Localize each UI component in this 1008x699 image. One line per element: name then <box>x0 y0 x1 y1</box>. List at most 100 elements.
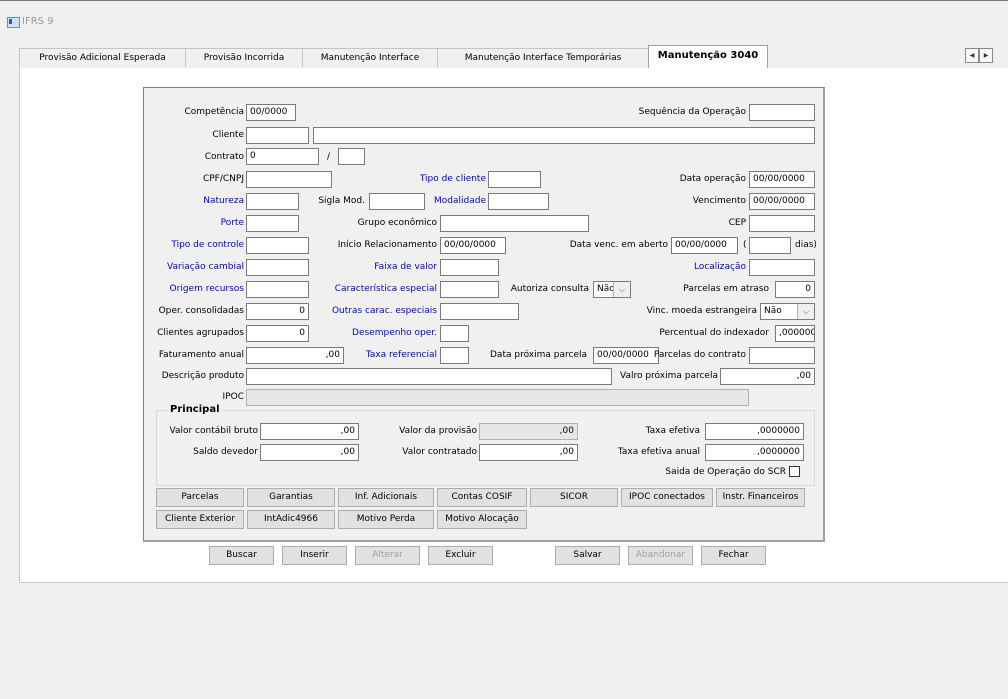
oper-consolidadas-field[interactable]: 0 <box>246 303 309 320</box>
alterar-button[interactable]: Alterar <box>355 546 420 565</box>
desempenho-oper-link[interactable]: Desempenho oper. <box>352 327 437 339</box>
cliente-name-field[interactable] <box>313 127 815 144</box>
taxa-efetiva-label: Taxa efetiva <box>645 426 700 436</box>
saldo-devedor-label: Saldo devedor <box>193 447 258 457</box>
excluir-button[interactable]: Excluir <box>428 546 493 565</box>
tab-manutencao-interface[interactable]: Manutenção Interface <box>302 48 438 67</box>
valor-provisao-field: ,00 <box>479 423 578 440</box>
tab-provisao-adicional-esperada[interactable]: Provisão Adicional Esperada <box>19 48 186 67</box>
autoriza-consulta-select[interactable]: Não ⌵ <box>593 281 631 298</box>
ipoc-field <box>246 389 749 406</box>
descricao-produto-field[interactable] <box>246 368 612 385</box>
modalidade-field[interactable] <box>488 193 549 210</box>
origem-recursos-link[interactable]: Origem recursos <box>170 283 244 295</box>
parcelas-button[interactable]: Parcelas <box>156 488 244 507</box>
descricao-produto-label: Descrição produto <box>161 371 244 381</box>
inicio-relacionamento-field[interactable]: 00/00/0000 <box>440 237 506 254</box>
data-proxima-parcela-label: Data próxima parcela <box>490 350 587 360</box>
intadic4966-button[interactable]: IntAdic4966 <box>247 510 335 529</box>
fechar-button[interactable]: Fechar <box>701 546 766 565</box>
saida-operacao-checkbox[interactable] <box>789 466 800 477</box>
natureza-field[interactable] <box>246 193 299 210</box>
contrato-separator: / <box>327 152 331 162</box>
motivo-perda-button[interactable]: Motivo Perda <box>338 510 434 529</box>
contrato-label: Contrato <box>204 152 244 162</box>
valor-proxima-parcela-label: Valro próxima parcela <box>620 371 718 381</box>
cliente-label: Cliente <box>212 130 244 140</box>
contrato-suffix-field[interactable] <box>338 148 365 165</box>
chevron-down-icon[interactable]: ⌵ <box>797 304 814 319</box>
valor-proxima-parcela-field[interactable]: ,00 <box>720 368 815 385</box>
sequencia-operacao-field[interactable] <box>749 104 815 121</box>
percentual-indexador-field[interactable]: ,0000000 <box>775 325 815 342</box>
taxa-efetiva-anual-field[interactable]: ,0000000 <box>705 444 804 461</box>
clientes-agrupados-field[interactable]: 0 <box>246 325 309 342</box>
tab-manutencao-3040[interactable]: Manutenção 3040 <box>648 45 768 68</box>
valor-contratado-label: Valor contratado <box>402 447 477 457</box>
window-title: IFRS 9 <box>22 16 54 27</box>
cliente-code-field[interactable] <box>246 127 309 144</box>
grupo-economico-field[interactable] <box>440 215 589 232</box>
porte-field[interactable] <box>246 215 299 232</box>
faixa-valor-field[interactable] <box>440 259 499 276</box>
tab-scroll-right-icon[interactable]: ▶ <box>979 48 993 63</box>
instr-financeiros-button[interactable]: Instr. Financeiros <box>716 488 805 507</box>
valor-contabil-bruto-field[interactable]: ,00 <box>260 423 359 440</box>
contrato-field[interactable]: 0 <box>246 148 319 165</box>
dias-field[interactable] <box>749 237 791 254</box>
data-proxima-parcela-field[interactable]: 00/00/0000 <box>593 347 659 364</box>
tab-manutencao-interface-temporarias[interactable]: Manutenção Interface Temporárias <box>437 48 649 67</box>
tipo-controle-field[interactable] <box>246 237 309 254</box>
taxa-referencial-link[interactable]: Taxa referencial <box>366 349 437 361</box>
vencimento-field[interactable]: 00/00/0000 <box>749 193 815 210</box>
variacao-cambial-link[interactable]: Variação cambial <box>167 261 244 273</box>
cliente-exterior-button[interactable]: Cliente Exterior <box>156 510 244 529</box>
inserir-button[interactable]: Inserir <box>282 546 347 565</box>
salvar-button[interactable]: Salvar <box>555 546 620 565</box>
cpf-cnpj-field[interactable] <box>246 171 332 188</box>
origem-recursos-field[interactable] <box>246 281 309 298</box>
chevron-down-icon[interactable]: ⌵ <box>613 282 630 297</box>
porte-link[interactable]: Porte <box>221 217 244 229</box>
tab-provisao-incorrida[interactable]: Provisão Incorrida <box>185 48 303 67</box>
variacao-cambial-field[interactable] <box>246 259 309 276</box>
outras-carac-field[interactable] <box>440 303 519 320</box>
caracteristica-especial-field[interactable] <box>440 281 499 298</box>
valor-contratado-field[interactable]: ,00 <box>479 444 578 461</box>
tipo-cliente-field[interactable] <box>488 171 541 188</box>
localizacao-field[interactable] <box>749 259 815 276</box>
cep-field[interactable] <box>749 215 815 232</box>
saldo-devedor-field[interactable]: ,00 <box>260 444 359 461</box>
sigla-mod-field[interactable] <box>369 193 425 210</box>
data-venc-aberto-field[interactable]: 00/00/0000 <box>671 237 738 254</box>
desempenho-oper-field[interactable] <box>440 325 469 342</box>
faturamento-anual-field[interactable]: ,00 <box>246 347 344 364</box>
outras-carac-link[interactable]: Outras carac. especiais <box>332 305 437 317</box>
tipo-controle-link[interactable]: Tipo de controle <box>171 239 244 251</box>
parcelas-contrato-field[interactable] <box>749 347 815 364</box>
taxa-referencial-field[interactable] <box>440 347 469 364</box>
buscar-button[interactable]: Buscar <box>209 546 274 565</box>
sicor-button[interactable]: SICOR <box>530 488 618 507</box>
localizacao-link[interactable]: Localização <box>694 261 746 273</box>
data-operacao-field[interactable]: 00/00/0000 <box>749 171 815 188</box>
motivo-alocacao-button[interactable]: Motivo Alocação <box>437 510 527 529</box>
abandonar-button[interactable]: Abandonar <box>628 546 693 565</box>
competencia-field[interactable]: 00/0000 <box>246 104 296 121</box>
tab-strip: Provisão Adicional Esperada Provisão Inc… <box>19 45 961 69</box>
competencia-label: Competência <box>184 107 244 117</box>
tab-scroll-left-icon[interactable]: ◀ <box>965 48 979 63</box>
caracteristica-especial-link[interactable]: Característica especial <box>335 283 437 295</box>
vinc-moeda-select[interactable]: Não ⌵ <box>760 303 815 320</box>
faixa-valor-link[interactable]: Faixa de valor <box>374 261 437 273</box>
garantias-button[interactable]: Garantias <box>247 488 335 507</box>
taxa-efetiva-field[interactable]: ,0000000 <box>705 423 804 440</box>
natureza-link[interactable]: Natureza <box>203 195 244 207</box>
inf-adicionais-button[interactable]: Inf. Adicionais <box>338 488 434 507</box>
contas-cosif-button[interactable]: Contas COSIF <box>437 488 527 507</box>
parcelas-atraso-field[interactable]: 0 <box>775 281 815 298</box>
ipoc-conectados-button[interactable]: IPOC conectados <box>621 488 713 507</box>
tipo-cliente-link[interactable]: Tipo de cliente <box>420 173 486 185</box>
faturamento-anual-label: Faturamento anual <box>158 350 244 360</box>
modalidade-link[interactable]: Modalidade <box>434 195 486 207</box>
